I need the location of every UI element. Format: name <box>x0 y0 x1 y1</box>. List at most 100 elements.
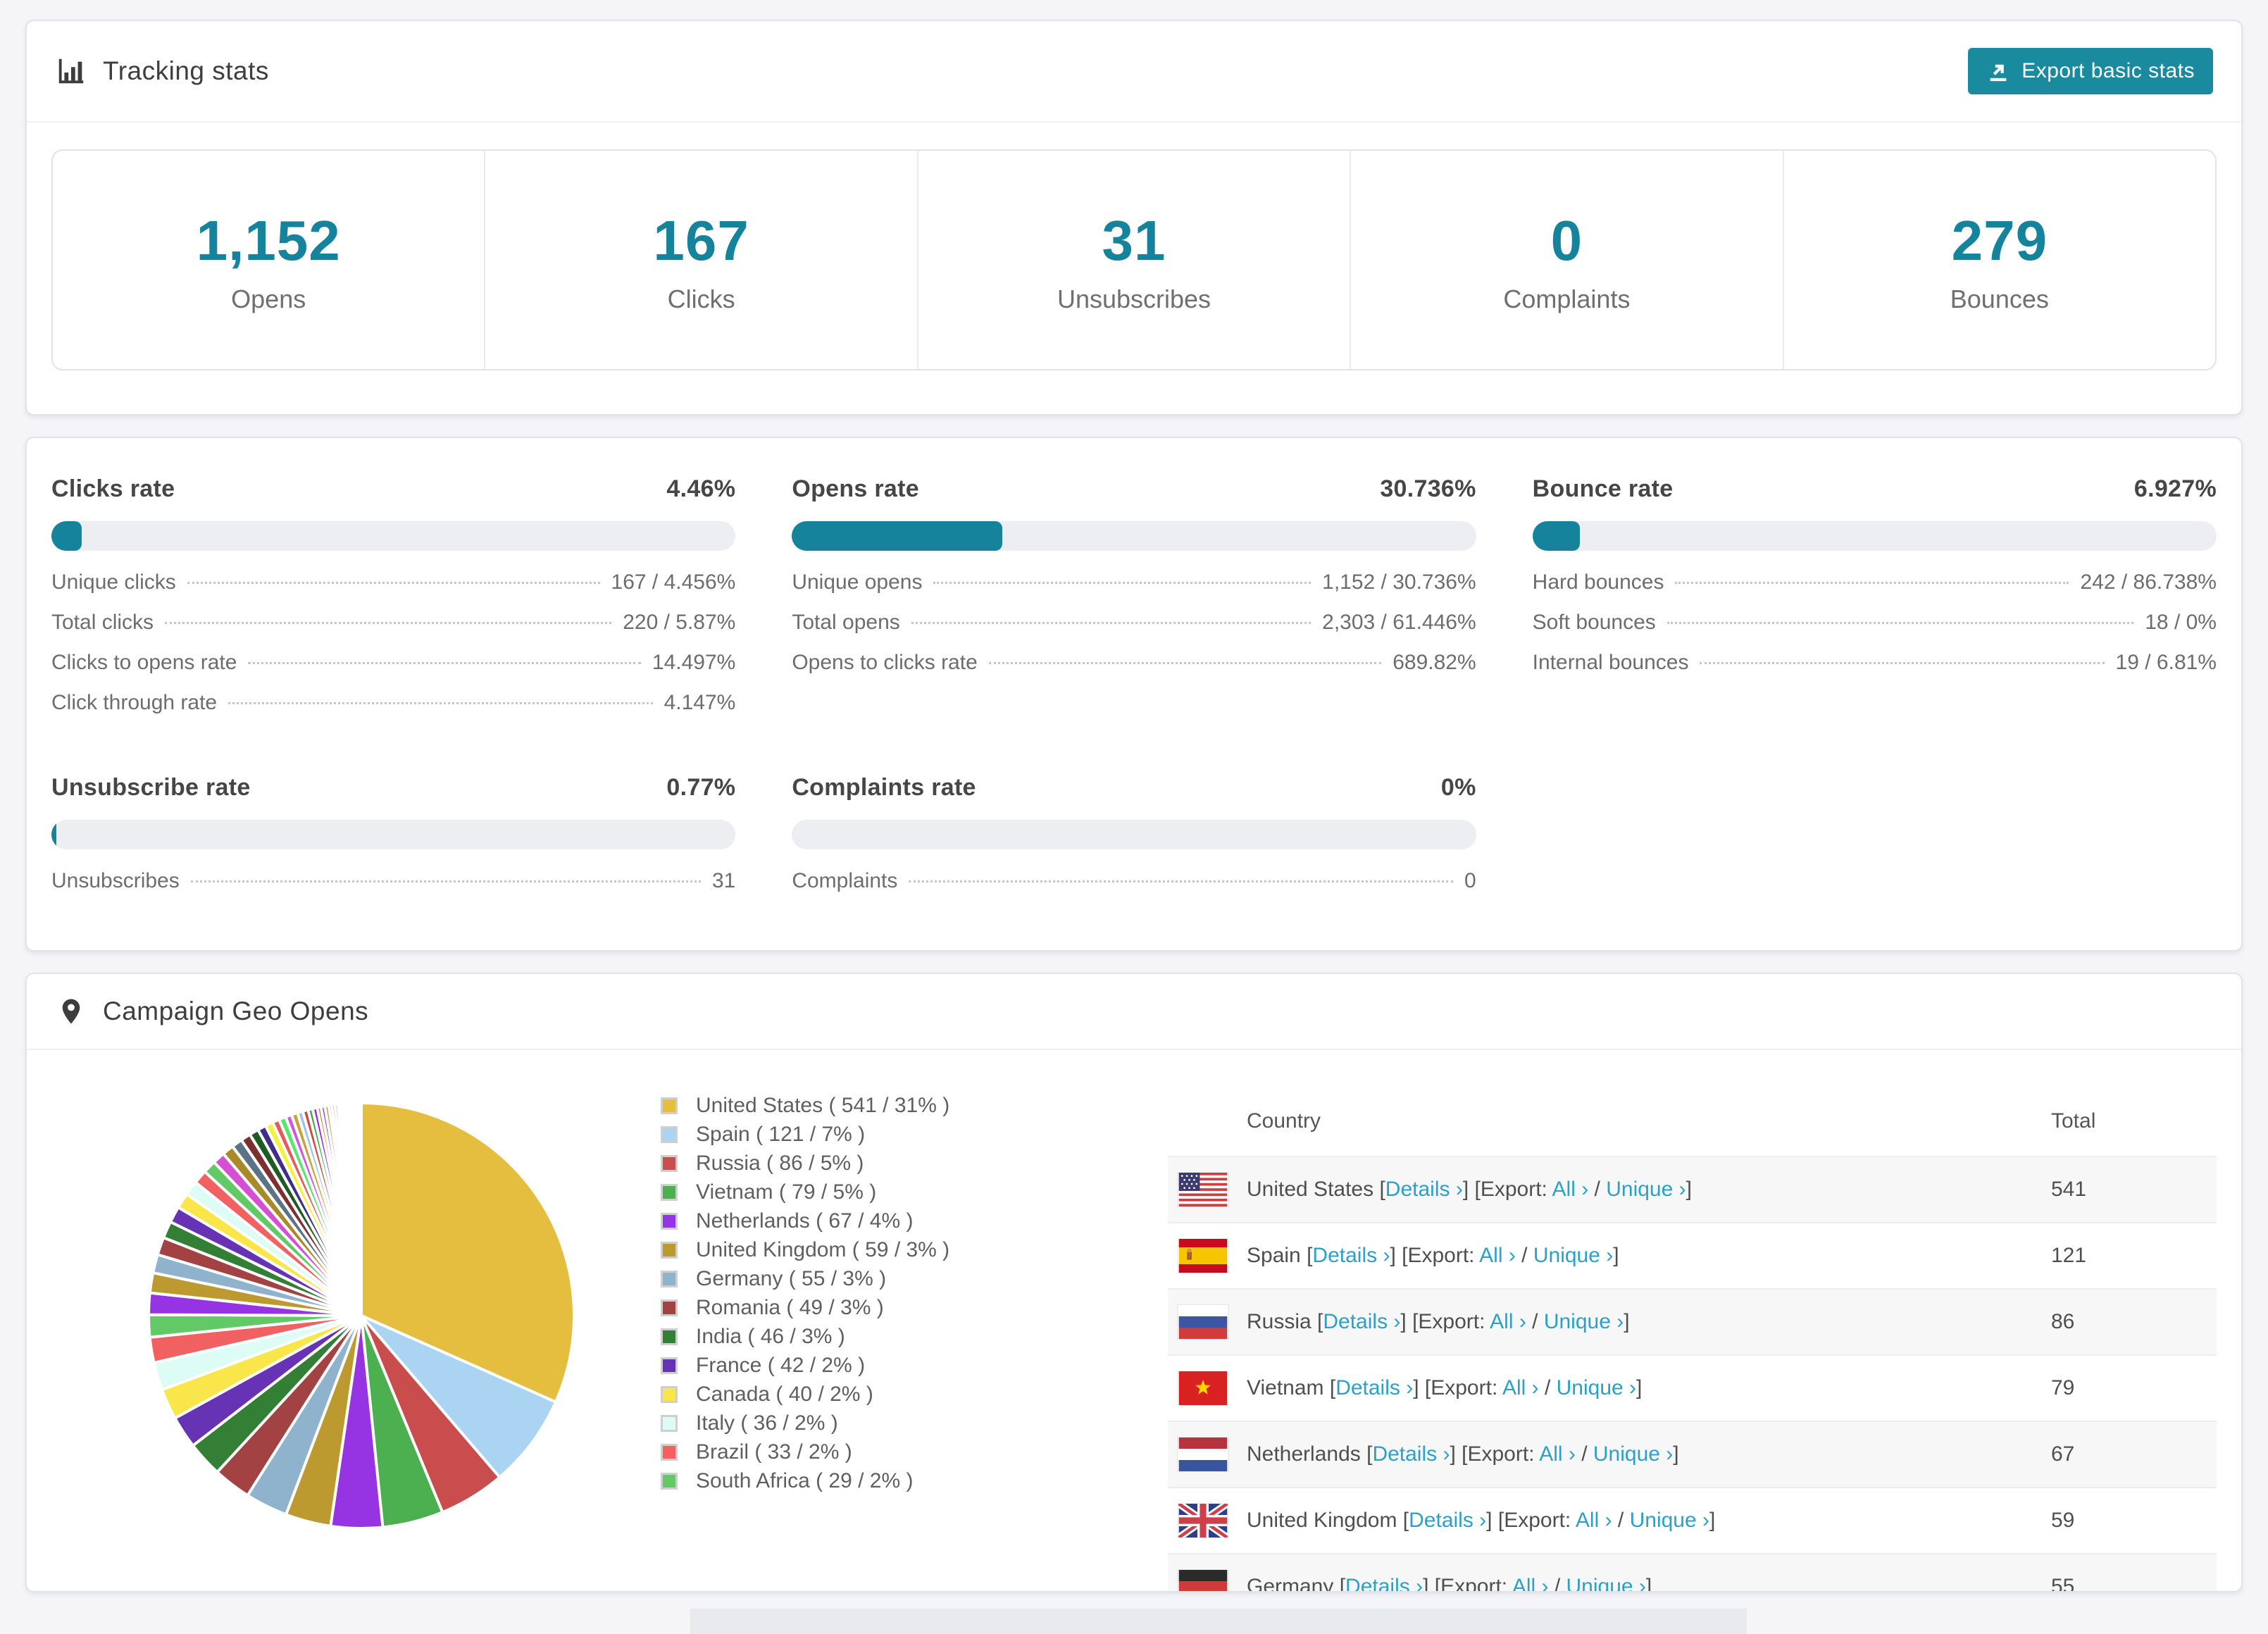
legend-item-united-states[interactable]: United States ( 541 / 31% ) <box>661 1091 1097 1120</box>
legend-item-france[interactable]: France ( 42 / 2% ) <box>661 1351 1097 1380</box>
slash: / <box>1612 1509 1630 1533</box>
rate-value: 6.927% <box>2133 475 2217 502</box>
legend-item-netherlands[interactable]: Netherlands ( 67 / 4% ) <box>661 1206 1097 1235</box>
details-link[interactable]: Details › <box>1409 1509 1486 1532</box>
legend-item-india[interactable]: India ( 46 / 3% ) <box>661 1322 1097 1351</box>
rate-value: 30.736% <box>1380 475 1476 502</box>
details-link[interactable]: Details › <box>1335 1376 1413 1399</box>
legend-swatch <box>661 1097 678 1114</box>
export-unique-link[interactable]: Unique › <box>1606 1178 1686 1201</box>
legend-swatch <box>661 1299 678 1316</box>
bracket: [ <box>1373 1178 1385 1202</box>
stat-detail-row: Internal bounces 19 / 6.81% <box>1533 651 2217 691</box>
column-header-total: Total <box>2051 1109 2096 1133</box>
export-unique-link[interactable]: Unique › <box>1566 1575 1646 1591</box>
legend-label: Vietnam ( 79 / 5% ) <box>696 1180 877 1204</box>
legend-item-romania[interactable]: Romania ( 49 / 3% ) <box>661 1293 1097 1322</box>
export-all-link[interactable]: All › <box>1490 1310 1526 1333</box>
legend-item-italy[interactable]: Italy ( 36 / 2% ) <box>661 1409 1097 1437</box>
rate-value: 0.77% <box>666 774 736 802</box>
details-link[interactable]: Details › <box>1323 1310 1400 1333</box>
details-link[interactable]: Details › <box>1385 1178 1463 1201</box>
legend-label: France ( 42 / 2% ) <box>696 1353 866 1377</box>
country-name: Russia <box>1247 1310 1311 1334</box>
bracket: ] <box>1686 1178 1692 1202</box>
stat-detail-row: Total clicks 220 / 5.87% <box>51 611 735 651</box>
progress-bar <box>792 820 1476 850</box>
rate-block-unsubscribe-rate: Unsubscribe rate 0.77% Unsubscribes 31 <box>51 772 736 909</box>
table-row-gb: United Kingdom [Details ›] [Export: All … <box>1168 1487 2217 1553</box>
stat-detail-row: Hard bounces 242 / 86.738% <box>1533 570 2217 611</box>
legend-label: Canada ( 40 / 2% ) <box>696 1382 873 1406</box>
details-link[interactable]: Details › <box>1312 1244 1390 1267</box>
stat-detail-row: Soft bounces 18 / 0% <box>1533 611 2217 651</box>
export-unique-link[interactable]: Unique › <box>1593 1442 1673 1466</box>
legend-label: South Africa ( 29 / 2% ) <box>696 1468 914 1492</box>
flag-us-icon <box>1178 1173 1228 1207</box>
export-unique-link[interactable]: Unique › <box>1557 1376 1636 1399</box>
bracket: ] [ <box>1462 1178 1481 1202</box>
legend-item-germany[interactable]: Germany ( 55 / 3% ) <box>661 1264 1097 1293</box>
legend-swatch <box>661 1241 678 1259</box>
export-all-link[interactable]: All › <box>1552 1178 1589 1201</box>
bracket: ] <box>1624 1310 1630 1334</box>
legend-swatch <box>661 1270 678 1287</box>
campaign-geo-opens-card: Campaign Geo Opens United States ( 541 /… <box>25 973 2243 1593</box>
bracket: [ <box>1323 1376 1336 1400</box>
summary-stat-complaints: 0 Complaints <box>1350 151 1782 369</box>
legend-swatch <box>661 1125 678 1143</box>
stat-label: Opens <box>231 285 306 313</box>
legend-item-south-africa[interactable]: South Africa ( 29 / 2% ) <box>661 1466 1097 1495</box>
stat-detail-value: 19 / 6.81% <box>2115 651 2217 675</box>
stat-detail-label: Unique opens <box>792 570 923 594</box>
rate-title: Complaints rate <box>792 774 976 802</box>
rate-block-bounce-rate: Bounce rate 6.927% Hard bounces 242 / 86.73… <box>1532 473 2217 731</box>
geo-opens-pie-chart[interactable] <box>132 1087 590 1545</box>
legend-item-united-kingdom[interactable]: United Kingdom ( 59 / 3% ) <box>661 1235 1097 1264</box>
flag-vn-icon <box>1178 1371 1228 1406</box>
country-cell: United Kingdom [Details ›] [Export: All … <box>1247 1509 1715 1533</box>
export-unique-link[interactable]: Unique › <box>1533 1244 1613 1267</box>
export-all-link[interactable]: All › <box>1479 1244 1516 1267</box>
country-cell: Vietnam [Details ›] [Export: All › / Uni… <box>1247 1376 1642 1400</box>
export-unique-link[interactable]: Unique › <box>1544 1310 1624 1333</box>
export-icon <box>1986 59 2010 83</box>
export-unique-link[interactable]: Unique › <box>1630 1509 1709 1532</box>
export-label: Export: <box>1440 1575 1512 1593</box>
bracket: ] [ <box>1450 1442 1468 1466</box>
geo-table-header: Country Total <box>1168 1087 2217 1156</box>
export-all-link[interactable]: All › <box>1512 1575 1549 1591</box>
legend-item-brazil[interactable]: Brazil ( 33 / 2% ) <box>661 1437 1097 1466</box>
page-title: Tracking stats <box>103 56 269 85</box>
progress-bar <box>51 820 736 850</box>
export-label: Export: <box>1480 1178 1552 1202</box>
rate-detail-rows: Hard bounces 242 / 86.738% Soft bounces 18 … <box>1533 570 2217 691</box>
bracket: [ <box>1397 1509 1409 1533</box>
stat-detail-row: Click through rate 4.147% <box>51 691 735 731</box>
rates-row-2: Unsubscribe rate 0.77% Unsubscribes 31 Compl… <box>51 772 2217 909</box>
stat-detail-value: 1,152 / 30.736% <box>1322 570 1476 594</box>
stat-detail-value: 14.497% <box>652 651 736 675</box>
stat-detail-label: Click through rate <box>51 691 218 715</box>
legend-item-spain[interactable]: Spain ( 121 / 7% ) <box>661 1120 1097 1149</box>
dotted-leader <box>1700 662 2105 665</box>
table-row-de: Germany [Details ›] [Export: All › / Uni… <box>1168 1553 2217 1592</box>
details-link[interactable]: Details › <box>1372 1442 1450 1466</box>
legend-item-canada[interactable]: Canada ( 40 / 2% ) <box>661 1380 1097 1409</box>
export-all-link[interactable]: All › <box>1576 1509 1612 1532</box>
legend-item-vietnam[interactable]: Vietnam ( 79 / 5% ) <box>661 1178 1097 1206</box>
rate-detail-rows: Unique opens 1,152 / 30.736% Total opens 2,… <box>792 570 1476 691</box>
summary-stat-unsubscribes: 31 Unsubscribes <box>916 151 1350 369</box>
export-basic-stats-button[interactable]: Export basic stats <box>1968 48 2213 94</box>
stat-detail-label: Total opens <box>792 611 900 635</box>
stat-value: 31 <box>1102 209 1166 272</box>
stat-detail-label: Opens to clicks rate <box>792 651 978 675</box>
details-link[interactable]: Details › <box>1345 1575 1423 1591</box>
stat-label: Bounces <box>1950 285 2049 313</box>
export-all-link[interactable]: All › <box>1539 1442 1576 1466</box>
export-all-link[interactable]: All › <box>1502 1376 1539 1399</box>
table-row-ru: Russia [Details ›] [Export: All › / Uniq… <box>1168 1288 2217 1355</box>
legend-item-russia[interactable]: Russia ( 86 / 5% ) <box>661 1149 1097 1178</box>
slash: / <box>1548 1575 1566 1593</box>
summary-stat-bounces: 279 Bounces <box>1782 151 2215 369</box>
